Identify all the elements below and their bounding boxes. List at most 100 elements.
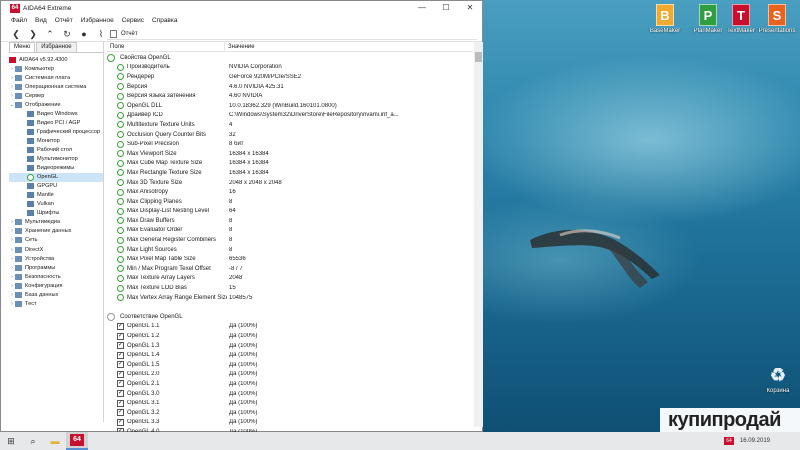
tree-root[interactable]: AIDA64 v5.92.4300	[9, 55, 103, 64]
table-row[interactable]: ✓ OpenGL 3.0 Да (100%)	[107, 389, 473, 399]
table-row[interactable]: ✓ OpenGL 2.1 Да (100%)	[107, 379, 473, 389]
back-icon[interactable]: ❮	[10, 28, 22, 40]
tree-item[interactable]: › Программы	[9, 263, 103, 272]
recycle-bin[interactable]: ♻ Корзина	[756, 364, 800, 394]
table-row[interactable]: ✓ OpenGL 1.2 Да (100%)	[107, 331, 473, 341]
tree-item[interactable]: Мультимонитор	[9, 155, 103, 164]
tree-item[interactable]: ⌄ Отображение	[9, 100, 103, 109]
tree-item[interactable]: › Операционная система	[9, 82, 103, 91]
table-row[interactable]: Max Pixel Map Table Size 65536	[107, 254, 473, 264]
tree-item[interactable]: › Компьютер	[9, 64, 103, 73]
table-row[interactable]: Occlusion Query Counter Bits 32	[107, 130, 473, 140]
table-row[interactable]: ✓ OpenGL 1.4 Да (100%)	[107, 350, 473, 360]
table-row[interactable]: ✓ OpenGL 3.1 Да (100%)	[107, 398, 473, 408]
tree-item[interactable]: Монитор	[9, 136, 103, 145]
tab-favorites[interactable]: Избранное	[36, 42, 77, 52]
table-row[interactable]: Sub-Pixel Precision 8 бит	[107, 139, 473, 149]
table-row[interactable]: ✓ OpenGL 1.3 Да (100%)	[107, 341, 473, 351]
start-button[interactable]: ⊞	[0, 436, 22, 447]
table-row[interactable]: Версия языка затенения 4.60 NVIDIA	[107, 91, 473, 101]
tree-item-icon	[27, 110, 34, 117]
tree-item[interactable]: Видеорежимы	[9, 164, 103, 173]
clock[interactable]: 16.09.2019	[740, 438, 800, 445]
file-explorer-icon[interactable]: ▬	[44, 432, 66, 450]
table-row[interactable]: Max Vertex Array Range Element Size 10485…	[107, 293, 473, 303]
table-row[interactable]: Max Viewport Size 16384 x 16384	[107, 149, 473, 159]
minimize-button[interactable]: —	[410, 1, 434, 15]
scrollbar-thumb[interactable]	[475, 52, 482, 62]
table-row[interactable]: Max 3D Texture Size 2048 x 2048 x 2048	[107, 178, 473, 188]
field-name: Max Anisotropy	[127, 189, 169, 196]
user-icon[interactable]: ●	[78, 28, 90, 40]
table-row[interactable]: ✓ OpenGL 2.0 Да (100%)	[107, 370, 473, 380]
search-icon[interactable]: ⌕	[22, 432, 44, 450]
tree-item[interactable]: Графический процессор	[9, 127, 103, 136]
table-row[interactable]: Multitexture Texture Units 4	[107, 120, 473, 130]
tree-item[interactable]: › Сервер	[9, 91, 103, 100]
up-icon[interactable]: ⌃	[44, 28, 56, 40]
table-row[interactable]: Версия 4.6.0 NVIDIA 425.31	[107, 82, 473, 92]
tree-item[interactable]: Рабочий стол	[9, 145, 103, 154]
table-row[interactable]: Max Texture Array Layers 2048	[107, 274, 473, 284]
chart-icon[interactable]: ⌇	[95, 28, 107, 40]
field-value: 16	[229, 189, 236, 196]
tab-menu[interactable]: Меню	[9, 42, 36, 52]
desktop-icon-presentations[interactable]: S Presentations	[755, 4, 799, 34]
menu-item[interactable]: Избранное	[81, 17, 114, 24]
aida64-tray-icon[interactable]: 64	[723, 437, 734, 445]
table-row[interactable]: Рендерер GeForce 920M/PCIe/SSE2	[107, 72, 473, 82]
table-row[interactable]: Max Cube Map Texture Size 16384 x 16384	[107, 159, 473, 169]
tree-item[interactable]: GPGPU	[9, 182, 103, 191]
taskbar-aida64[interactable]: 64	[66, 432, 88, 450]
menu-item[interactable]: Сервис	[122, 17, 144, 24]
table-row[interactable]: Max Anisotropy 16	[107, 187, 473, 197]
close-button[interactable]: ✕	[458, 1, 482, 15]
table-row[interactable]: Max Display-List Nesting Level 64	[107, 207, 473, 217]
forward-icon[interactable]: ❯	[27, 28, 39, 40]
tree-item[interactable]: › Конфигурация	[9, 281, 103, 290]
tree-item[interactable]: › Сеть	[9, 236, 103, 245]
table-row[interactable]: ✓ OpenGL 3.2 Да (100%)	[107, 408, 473, 418]
tree-item[interactable]: › Тест	[9, 299, 103, 308]
vertical-scrollbar[interactable]	[474, 42, 483, 427]
column-field[interactable]: Поле	[107, 42, 225, 51]
table-row[interactable]: Max Draw Buffers 8	[107, 216, 473, 226]
table-row[interactable]: Max Light Sources 8	[107, 245, 473, 255]
maximize-button[interactable]: ☐	[434, 1, 458, 15]
table-row[interactable]: Max Evaluator Order 8	[107, 226, 473, 236]
report-label[interactable]: Отчёт	[121, 31, 138, 37]
tree-item[interactable]: › Хранение данных	[9, 227, 103, 236]
table-row[interactable]: OpenGL DLL 10.0.18362.329 (WinBuild.16010…	[107, 101, 473, 111]
tree-item[interactable]: Видео Windows	[9, 109, 103, 118]
tree-item[interactable]: Vulkan	[9, 200, 103, 209]
table-row[interactable]: Драйвер ICD C:\Windows\System32\DriverSto…	[107, 111, 473, 121]
tree-item[interactable]: › Мультимедиа	[9, 218, 103, 227]
table-row[interactable]: Max Texture LOD Bias 15	[107, 283, 473, 293]
tree-item[interactable]: › Системная плата	[9, 73, 103, 82]
title-bar[interactable]: 64 AIDA64 Extreme — ☐ ✕	[1, 1, 482, 15]
desktop-icon-basemaker[interactable]: B BaseMaker	[643, 4, 687, 34]
tree-item[interactable]: › Устройства	[9, 254, 103, 263]
tree-item[interactable]: Видео PCI / AGP	[9, 118, 103, 127]
table-row[interactable]: Max Clipping Planes 8	[107, 197, 473, 207]
table-row[interactable]: Min / Max Program Texel Offset -8 / 7	[107, 264, 473, 274]
column-value[interactable]: Значение	[225, 42, 258, 51]
tree-item[interactable]: › DirectX	[9, 245, 103, 254]
menu-item[interactable]: Отчёт	[55, 17, 73, 24]
table-row[interactable]: ✓ OpenGL 1.5 Да (100%)	[107, 360, 473, 370]
tree-item[interactable]: Шрифты	[9, 209, 103, 218]
table-row[interactable]: Max General Register Combiners 8	[107, 235, 473, 245]
tree-item[interactable]: Mantle	[9, 191, 103, 200]
menu-item[interactable]: Справка	[152, 17, 178, 24]
table-row[interactable]: Max Rectangle Texture Size 16384 x 16384	[107, 168, 473, 178]
table-row[interactable]: Производитель NVIDIA Corporation	[107, 63, 473, 73]
menu-item[interactable]: Файл	[11, 17, 27, 24]
table-row[interactable]: ✓ OpenGL 3.3 Да (100%)	[107, 418, 473, 428]
tree-item[interactable]: › Безопасность	[9, 272, 103, 281]
refresh-icon[interactable]: ↻	[61, 28, 73, 40]
tree-item[interactable]: OpenGL	[9, 172, 103, 182]
tree-item[interactable]: › База данных	[9, 290, 103, 299]
tree-item-icon	[27, 210, 34, 217]
table-row[interactable]: ✓ OpenGL 1.1 Да (100%)	[107, 322, 473, 332]
menu-item[interactable]: Вид	[35, 17, 47, 24]
